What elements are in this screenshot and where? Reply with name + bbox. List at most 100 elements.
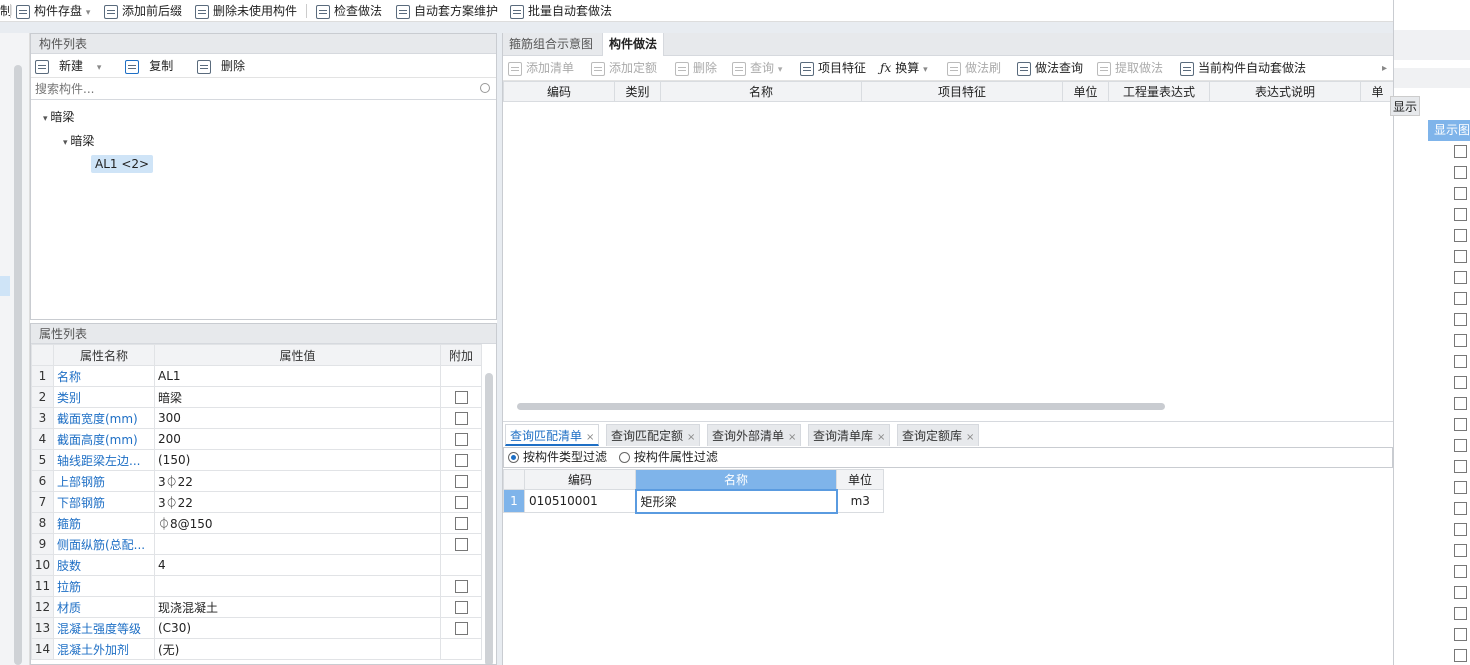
table-row[interactable]: 14 混凝土外加剂 (无) [31, 638, 482, 660]
show-checkbox[interactable] [1454, 439, 1467, 452]
method-hscrollbar[interactable] [517, 403, 1165, 410]
property-value[interactable]: (C30) [154, 617, 441, 639]
more-arrows-icon[interactable]: ▸ [1382, 56, 1387, 81]
close-icon[interactable]: × [586, 432, 594, 443]
add-prefix-button[interactable]: 添加前后缀 [104, 0, 182, 22]
checkbox[interactable] [454, 517, 468, 530]
show-checkbox[interactable] [1454, 145, 1467, 158]
property-value[interactable]: (无) [154, 638, 441, 660]
checkbox[interactable] [454, 391, 468, 404]
chevron-down-icon[interactable]: ▾ [86, 8, 91, 18]
table-row[interactable]: 1 名称 AL1 [31, 365, 482, 387]
show-checkbox[interactable] [1454, 607, 1467, 620]
property-scrollbar[interactable] [485, 373, 493, 664]
auto-plan-button[interactable]: 自动套方案维护 [396, 0, 498, 22]
show-checkbox[interactable] [1454, 565, 1467, 578]
show-checkbox[interactable] [1454, 355, 1467, 368]
add-list-button[interactable]: 添加清单 [508, 56, 574, 81]
add-quota-button[interactable]: 添加定额 [591, 56, 657, 81]
property-value[interactable]: 200 [154, 428, 441, 450]
checkbox[interactable] [454, 496, 468, 509]
show-checkbox[interactable] [1454, 544, 1467, 557]
chevron-down-icon[interactable]: ▾ [778, 65, 783, 75]
show-checkbox[interactable] [1454, 628, 1467, 641]
show-checkbox[interactable] [1454, 166, 1467, 179]
table-row[interactable]: 12 材质 现浇混凝土 [31, 596, 482, 618]
save-component-button[interactable]: 构件存盘 ▾ [16, 0, 90, 22]
table-row[interactable]: 7 下部钢筋 3⏀22 [31, 491, 482, 513]
table-row[interactable]: 10 肢数 4 [31, 554, 482, 576]
tab-query-external-list[interactable]: 查询外部清单 × [707, 424, 802, 446]
search-input[interactable] [31, 78, 496, 99]
tab-query-list-lib[interactable]: 查询清单库 × [808, 424, 891, 446]
property-value[interactable]: 4 [154, 554, 441, 576]
checkbox[interactable] [454, 538, 468, 551]
table-row[interactable]: 2 类别 暗梁 [31, 386, 482, 408]
tab-query-match-quota[interactable]: 查询匹配定额 × [606, 424, 701, 446]
tree-child[interactable]: ▾ 暗梁 [63, 132, 94, 152]
show-checkbox[interactable] [1454, 502, 1467, 515]
auto-current-button[interactable]: 当前构件自动套做法 [1180, 56, 1306, 81]
query-cell-name[interactable]: 矩形梁 [634, 488, 838, 514]
property-value[interactable]: (150) [154, 449, 441, 471]
left-scrollbar[interactable] [14, 65, 22, 665]
filter-by-type-radio[interactable]: 按构件类型过滤 [508, 450, 607, 464]
property-value[interactable] [154, 533, 441, 555]
property-value[interactable]: 现浇混凝土 [154, 596, 441, 618]
show-checkbox[interactable] [1454, 187, 1467, 200]
batch-auto-button[interactable]: 批量自动套做法 [510, 0, 612, 22]
new-button[interactable]: 新建 ▾ [35, 59, 111, 74]
show-button[interactable]: 显示 [1390, 96, 1420, 116]
query-cell-unit[interactable]: m3 [836, 489, 884, 513]
show-checkbox[interactable] [1454, 649, 1467, 662]
tree-leaf-selected[interactable]: AL1 <2> [91, 155, 154, 173]
tab-query-quota-lib[interactable]: 查询定额库 × [897, 424, 980, 446]
show-checkbox[interactable] [1454, 481, 1467, 494]
property-value[interactable]: 3⏀22 [154, 491, 441, 513]
chevron-down-icon[interactable]: ▾ [97, 63, 102, 73]
checkbox[interactable] [454, 412, 468, 425]
property-value[interactable]: AL1 [154, 365, 441, 387]
table-row[interactable]: 8 箍筋 ⏀8@150 [31, 512, 482, 534]
table-row[interactable]: 11 拉筋 [31, 575, 482, 597]
tree-root[interactable]: ▾ 暗梁 [43, 108, 74, 128]
show-checkbox[interactable] [1454, 208, 1467, 221]
table-row[interactable]: 3 截面宽度(mm) 300 [31, 407, 482, 429]
extract-method-button[interactable]: 提取做法 [1097, 56, 1163, 81]
property-value[interactable]: 3⏀22 [154, 470, 441, 492]
show-checkbox[interactable] [1454, 376, 1467, 389]
property-value[interactable]: 暗梁 [154, 386, 441, 408]
table-row[interactable]: 6 上部钢筋 3⏀22 [31, 470, 482, 492]
table-row[interactable]: 13 混凝土强度等级 (C30) [31, 617, 482, 639]
convert-button[interactable]: ƒx 换算 ▾ [880, 56, 928, 83]
show-checkbox[interactable] [1454, 250, 1467, 263]
show-checkbox[interactable] [1454, 397, 1467, 410]
tab-component-method[interactable]: 构件做法 [602, 33, 665, 56]
show-checkbox[interactable] [1454, 334, 1467, 347]
show-checkbox[interactable] [1454, 229, 1467, 242]
close-icon[interactable]: × [966, 432, 974, 443]
property-value[interactable] [154, 575, 441, 597]
show-checkbox[interactable] [1454, 523, 1467, 536]
query-cell-code[interactable]: 010510001 [524, 489, 636, 513]
checkbox[interactable] [454, 580, 468, 593]
tab-stirrup-diagram[interactable]: 箍筋组合示意图 [503, 33, 599, 56]
show-checkbox[interactable] [1454, 418, 1467, 431]
close-icon[interactable]: × [687, 432, 695, 443]
close-icon[interactable]: × [877, 432, 885, 443]
show-checkbox[interactable] [1454, 460, 1467, 473]
method-delete-button[interactable]: 删除 [675, 56, 717, 81]
checkbox[interactable] [454, 622, 468, 635]
table-row[interactable]: 9 侧面纵筋(总配... [31, 533, 482, 555]
checkbox[interactable] [454, 475, 468, 488]
table-row[interactable]: 5 轴线距梁左边... (150) [31, 449, 482, 471]
show-checkbox[interactable] [1454, 313, 1467, 326]
show-checkbox[interactable] [1454, 271, 1467, 284]
delete-unused-button[interactable]: 删除未使用构件 [195, 0, 297, 22]
delete-button[interactable]: 删除 [197, 59, 255, 74]
show-checkbox[interactable] [1454, 292, 1467, 305]
method-brush-button[interactable]: 做法刷 [947, 56, 1001, 81]
query-button[interactable]: 查询 ▾ [732, 56, 782, 83]
tab-query-match-list[interactable]: 查询匹配清单 × [505, 424, 600, 446]
search-icon[interactable] [480, 83, 490, 93]
